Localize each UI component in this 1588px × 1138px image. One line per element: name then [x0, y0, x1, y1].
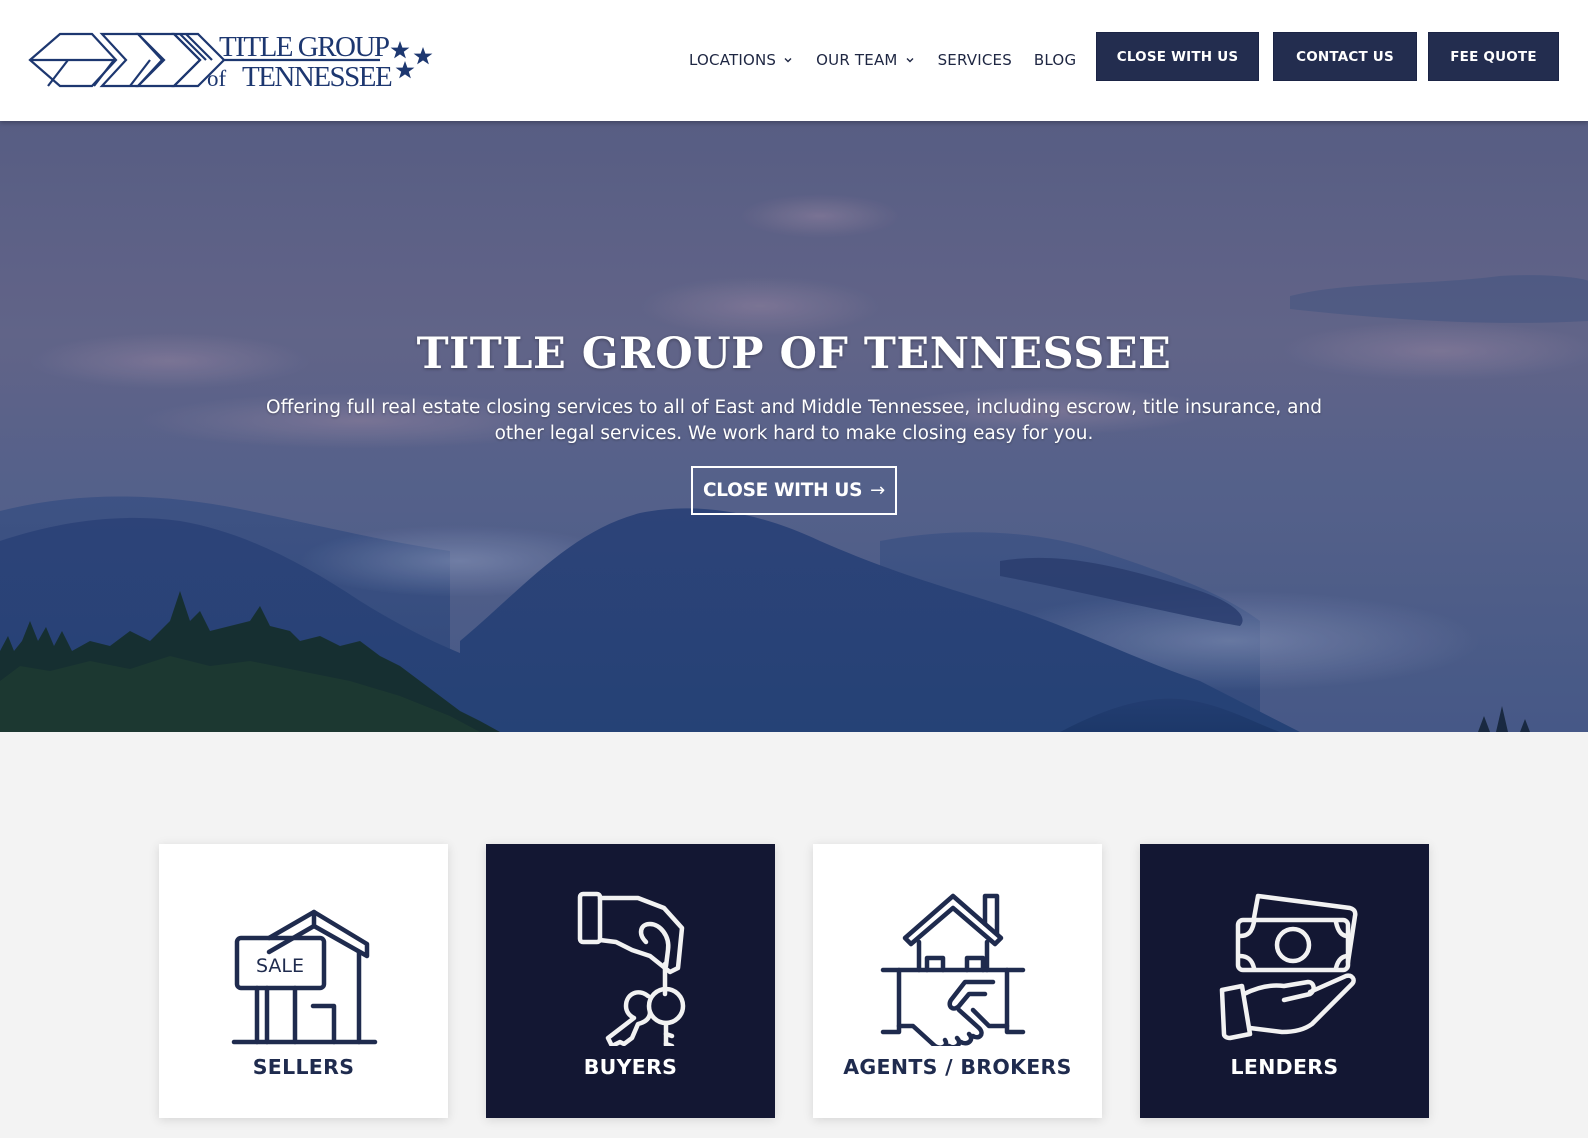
hand-money-icon [1200, 876, 1370, 1046]
house-handshake-icon [873, 876, 1043, 1046]
contact-us-button[interactable]: CONTACT US [1273, 32, 1417, 81]
nav-item-services[interactable]: SERVICES [938, 51, 1012, 69]
hero-title: TITLE GROUP OF TENNESSEE [416, 329, 1172, 379]
nav-item-label: LOCATIONS [689, 51, 777, 69]
hero-cta-label: CLOSE WITH US [703, 480, 863, 501]
nav-item-our-team[interactable]: OUR TEAM [816, 51, 915, 69]
logo-arrow-icon: TITLE GROUP of TENNESSEE [28, 31, 433, 92]
nav-item-label: BLOG [1033, 51, 1077, 69]
close-with-us-button[interactable]: CLOSE WITH US [1096, 32, 1259, 81]
chevron-down-icon [782, 54, 794, 66]
card-label: LENDERS [1230, 1055, 1339, 1079]
nav-item-blog[interactable]: BLOG [1034, 51, 1076, 69]
svg-text:SALE: SALE [255, 955, 303, 977]
card-label: BUYERS [583, 1055, 678, 1079]
hero-subtitle: Offering full real estate closing servic… [266, 397, 1322, 444]
hero-close-with-us-button[interactable]: CLOSE WITH US → [691, 466, 897, 515]
svg-text:TITLE GROUP: TITLE GROUP [219, 31, 389, 63]
tristar-icon [390, 41, 433, 79]
sale-sign-house-icon: SALE [219, 876, 389, 1046]
card-lenders[interactable]: LENDERS [1140, 844, 1429, 1118]
nav-item-label: SERVICES [937, 51, 1012, 69]
fee-quote-button[interactable]: FEE QUOTE [1428, 32, 1559, 81]
arrow-right-icon: → [870, 480, 885, 501]
card-label: SELLERS [252, 1055, 355, 1079]
site-logo[interactable]: TITLE GROUP of TENNESSEE [28, 30, 438, 92]
svg-text:TENNESSEE: TENNESSEE [242, 61, 392, 92]
main-nav: LOCATIONS OUR TEAM SERVICES BLOG [689, 48, 1076, 72]
card-sellers[interactable]: SALE SELLERS [159, 844, 448, 1118]
nav-item-locations[interactable]: LOCATIONS [689, 51, 794, 69]
card-buyers[interactable]: BUYERS [486, 844, 775, 1118]
site-header: TITLE GROUP of TENNESSEE LOCATIONS OUR T… [0, 0, 1588, 121]
card-agents-brokers[interactable]: AGENTS / BROKERS [813, 844, 1102, 1118]
nav-item-label: OUR TEAM [816, 51, 898, 69]
card-label: AGENTS / BROKERS [843, 1055, 1072, 1079]
chevron-down-icon [904, 54, 916, 66]
hand-keys-icon [546, 876, 716, 1046]
svg-text:of: of [207, 66, 227, 91]
hero-section: TITLE GROUP OF TENNESSEE Offering full r… [0, 121, 1588, 732]
